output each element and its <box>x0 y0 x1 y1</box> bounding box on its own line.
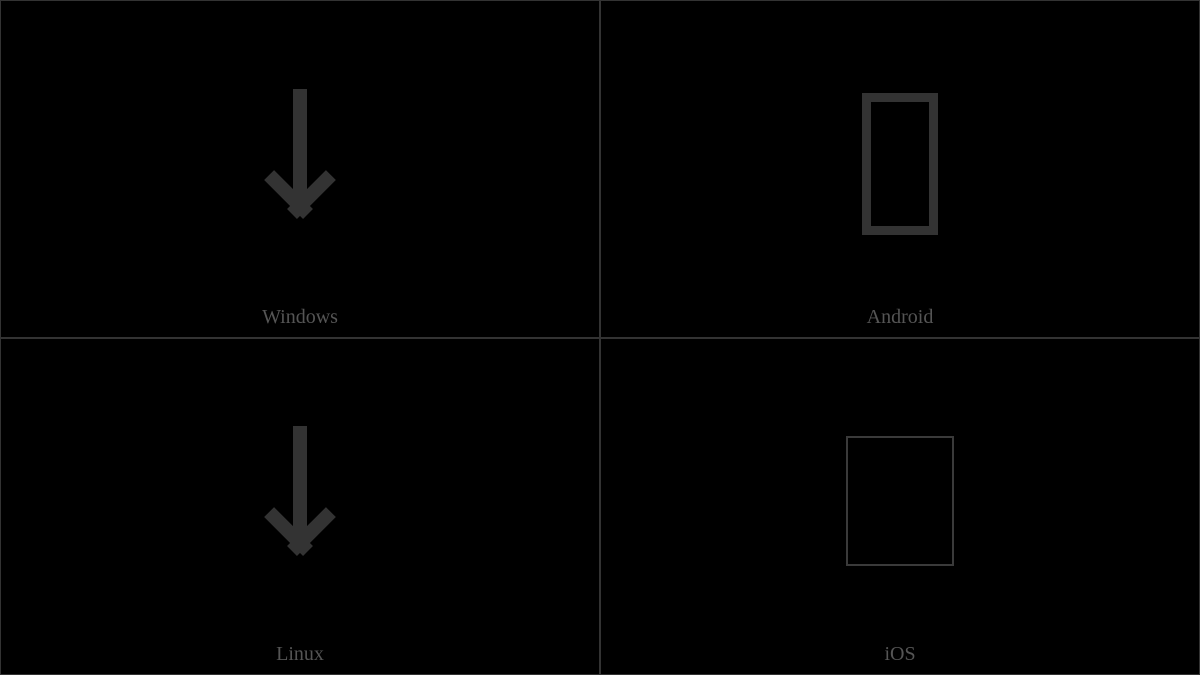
panel-label: Android <box>601 306 1199 329</box>
down-arrow-icon <box>255 426 345 576</box>
panel-label: iOS <box>601 643 1199 666</box>
panel-android: Android <box>600 0 1200 338</box>
missing-glyph-icon <box>862 93 938 235</box>
glyph-area <box>1 339 599 675</box>
down-arrow-icon <box>255 89 345 239</box>
panel-windows: Windows <box>0 0 600 338</box>
panel-linux: Linux <box>0 338 600 675</box>
panel-label: Windows <box>1 306 599 329</box>
panel-label: Linux <box>1 643 599 666</box>
glyph-area <box>601 339 1199 675</box>
glyph-area <box>1 1 599 337</box>
glyph-area <box>601 1 1199 337</box>
panel-ios: iOS <box>600 338 1200 675</box>
glyph-comparison-grid: Windows Android Linux iOS <box>0 0 1200 675</box>
missing-glyph-icon <box>846 436 954 566</box>
